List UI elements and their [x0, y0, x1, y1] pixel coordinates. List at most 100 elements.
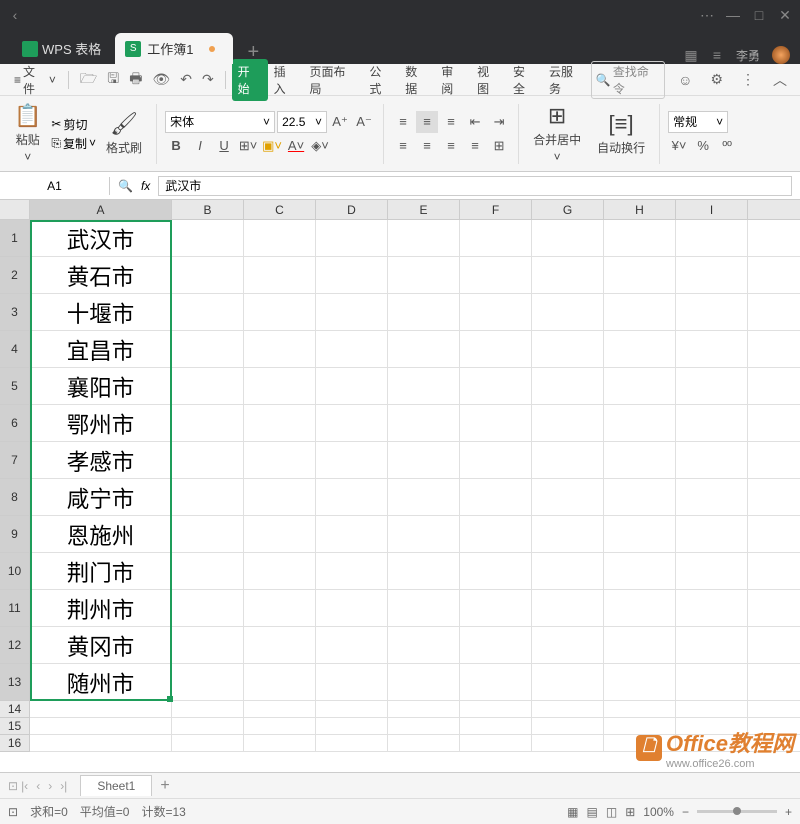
row-header[interactable]: 3: [0, 294, 30, 331]
view-split-icon[interactable]: ◫: [606, 805, 617, 819]
name-box[interactable]: A1: [0, 177, 110, 195]
fx-icon[interactable]: fx: [141, 179, 150, 193]
bold-button[interactable]: B: [165, 135, 187, 157]
cell[interactable]: [316, 331, 388, 368]
cell[interactable]: [244, 627, 316, 664]
cell[interactable]: [172, 331, 244, 368]
zoom-level[interactable]: 100%: [643, 805, 674, 819]
align-right-button[interactable]: ≡: [440, 135, 462, 157]
spreadsheet-grid[interactable]: A B C D E F G H I 1234567891011121314151…: [0, 200, 800, 772]
cell[interactable]: [244, 331, 316, 368]
row-header[interactable]: 9: [0, 516, 30, 553]
cell[interactable]: [604, 664, 676, 701]
cell[interactable]: [532, 368, 604, 405]
tab-formula[interactable]: 公式: [363, 59, 399, 101]
cell[interactable]: [676, 701, 748, 718]
cell[interactable]: [676, 405, 748, 442]
tab-security[interactable]: 安全: [507, 59, 543, 101]
sheet-first-button[interactable]: |‹: [18, 779, 31, 793]
cell[interactable]: [532, 553, 604, 590]
align-bottom-button[interactable]: ≡: [440, 111, 462, 133]
cell[interactable]: [316, 701, 388, 718]
cell[interactable]: [244, 368, 316, 405]
cell[interactable]: [604, 590, 676, 627]
cell[interactable]: 黄冈市: [30, 627, 172, 664]
cell[interactable]: [244, 479, 316, 516]
cell[interactable]: [316, 479, 388, 516]
view-reading-icon[interactable]: ⊞: [625, 805, 635, 819]
cell[interactable]: [172, 590, 244, 627]
cell[interactable]: 黄石市: [30, 257, 172, 294]
lookup-icon[interactable]: 🔍: [118, 179, 133, 193]
cell[interactable]: [172, 405, 244, 442]
cell[interactable]: [316, 553, 388, 590]
number-format-select[interactable]: 常规˅: [668, 111, 728, 133]
cell[interactable]: [676, 627, 748, 664]
collapse-ribbon-icon[interactable]: ︿: [768, 68, 792, 92]
row-header[interactable]: 2: [0, 257, 30, 294]
cell[interactable]: [460, 553, 532, 590]
cell[interactable]: [244, 294, 316, 331]
zoom-slider[interactable]: [697, 810, 777, 813]
cell[interactable]: [604, 553, 676, 590]
cell[interactable]: [244, 718, 316, 735]
cut-button[interactable]: ✂ 剪切: [51, 116, 96, 133]
cell[interactable]: [172, 294, 244, 331]
menu-icon[interactable]: ⋯: [700, 8, 714, 22]
cell[interactable]: [388, 590, 460, 627]
lock-icon[interactable]: ⊡: [8, 779, 18, 793]
cell[interactable]: [244, 701, 316, 718]
col-header-i[interactable]: I: [676, 200, 748, 219]
tab-document[interactable]: S 工作簿1: [115, 33, 233, 64]
cell[interactable]: [172, 479, 244, 516]
cell[interactable]: [316, 257, 388, 294]
sheet-last-button[interactable]: ›|: [57, 779, 70, 793]
currency-button[interactable]: ¥˅: [668, 135, 690, 157]
cell[interactable]: [30, 735, 172, 752]
cell[interactable]: [460, 735, 532, 752]
cell[interactable]: [604, 701, 676, 718]
italic-button[interactable]: I: [189, 135, 211, 157]
col-header-a[interactable]: A: [30, 200, 172, 219]
cell[interactable]: [316, 294, 388, 331]
paste-button[interactable]: 📋 粘贴˅: [8, 101, 47, 166]
cell[interactable]: [244, 516, 316, 553]
close-icon[interactable]: ✕: [778, 8, 792, 22]
undo-icon[interactable]: ↶: [175, 69, 197, 90]
tab-app[interactable]: WPS 表格: [8, 33, 115, 64]
comma-button[interactable]: ºº: [716, 135, 738, 157]
smile-icon[interactable]: ☺: [673, 70, 697, 90]
cell[interactable]: [172, 627, 244, 664]
cell[interactable]: [172, 735, 244, 752]
cell[interactable]: [388, 516, 460, 553]
cell[interactable]: [676, 294, 748, 331]
cell[interactable]: [388, 701, 460, 718]
wrap-text-button[interactable]: [≡] 自动换行: [591, 109, 651, 158]
cell[interactable]: [460, 220, 532, 257]
col-header-g[interactable]: G: [532, 200, 604, 219]
cell[interactable]: [460, 257, 532, 294]
cell[interactable]: [388, 368, 460, 405]
cell[interactable]: [388, 294, 460, 331]
cell[interactable]: [676, 220, 748, 257]
cell[interactable]: [388, 735, 460, 752]
cell[interactable]: [532, 516, 604, 553]
cell[interactable]: [532, 701, 604, 718]
cell[interactable]: [244, 553, 316, 590]
cell[interactable]: [604, 516, 676, 553]
row-header[interactable]: 13: [0, 664, 30, 701]
cell[interactable]: 随州市: [30, 664, 172, 701]
cell[interactable]: [460, 368, 532, 405]
tab-insert[interactable]: 插入: [268, 59, 304, 101]
cell[interactable]: [388, 627, 460, 664]
tab-view[interactable]: 视图: [471, 59, 507, 101]
cell[interactable]: 咸宁市: [30, 479, 172, 516]
cell[interactable]: [244, 405, 316, 442]
align-left-button[interactable]: ≡: [392, 135, 414, 157]
cell[interactable]: 孝感市: [30, 442, 172, 479]
cell[interactable]: [388, 664, 460, 701]
font-name-select[interactable]: 宋体˅: [165, 111, 275, 133]
tab-cloud[interactable]: 云服务: [543, 59, 591, 101]
col-header-c[interactable]: C: [244, 200, 316, 219]
preview-icon[interactable]: 👁: [147, 69, 175, 90]
